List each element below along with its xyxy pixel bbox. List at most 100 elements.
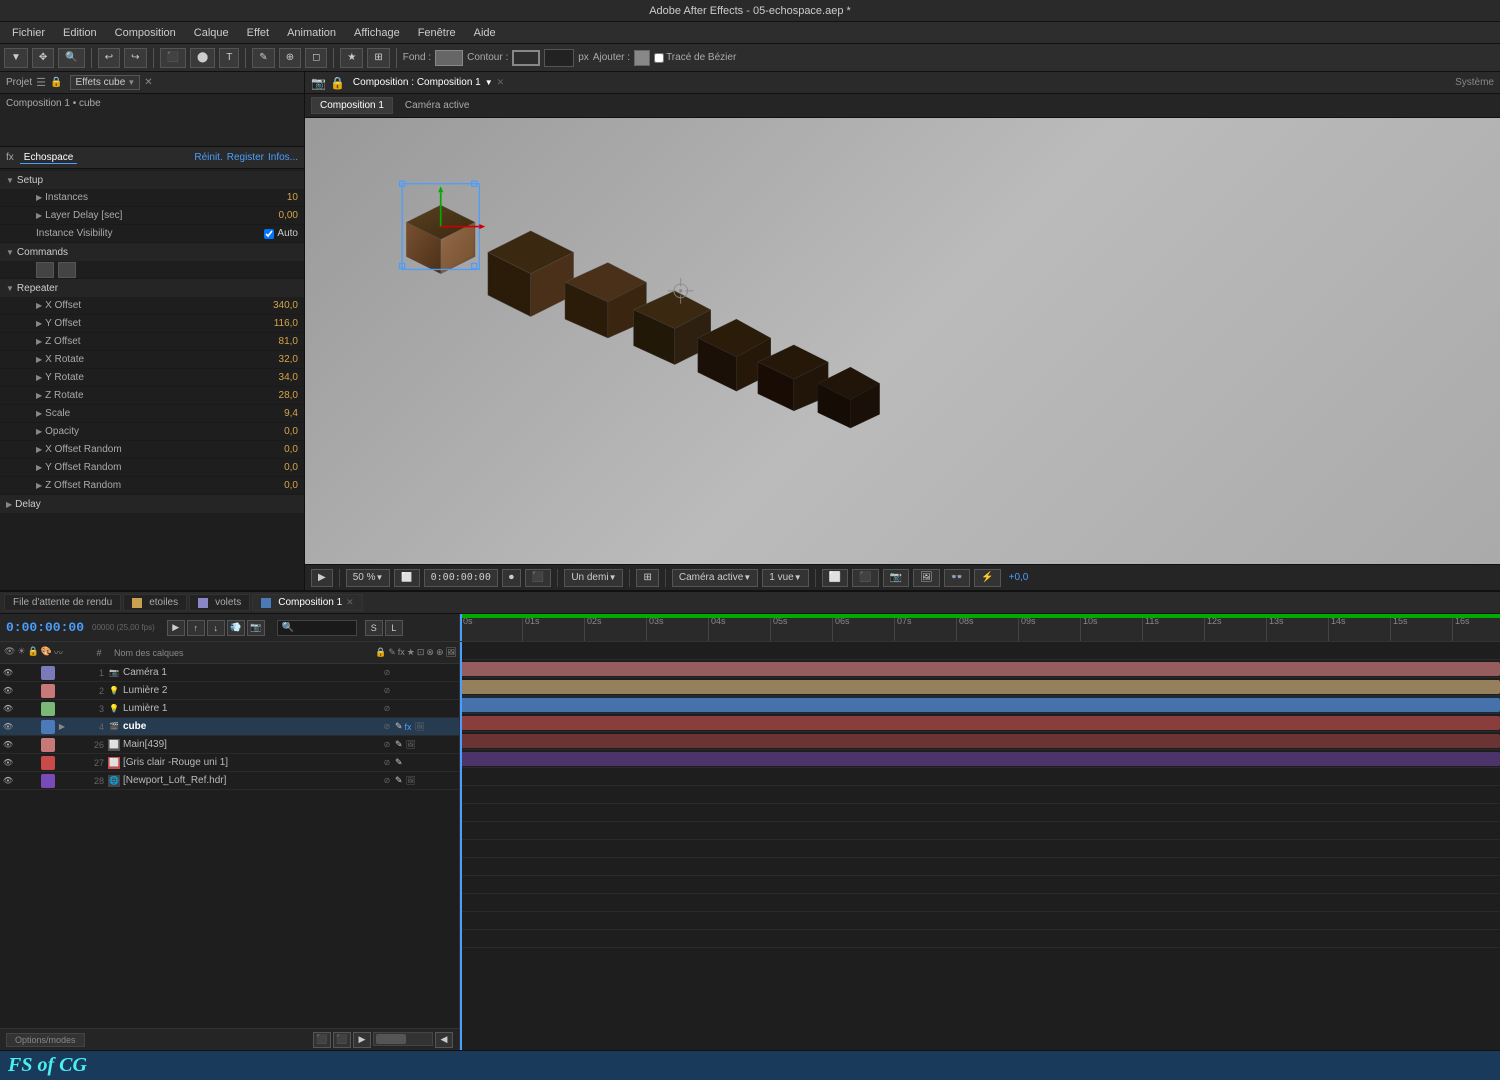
setup-group-header[interactable]: ▼ Setup <box>0 171 304 189</box>
repeater-group-header[interactable]: ▼ Repeater <box>0 279 304 297</box>
layer-28-icon2[interactable]: 🖼 <box>405 775 417 787</box>
layer-3-eye[interactable]: 👁 <box>2 703 14 715</box>
tl-mark-out-btn[interactable]: ↓ <box>207 620 225 636</box>
auto-checkbox[interactable] <box>264 229 274 239</box>
layer-2-color[interactable] <box>41 684 55 698</box>
tl-scroll-area[interactable] <box>373 1032 433 1046</box>
layer-26-name[interactable]: Main[439] <box>123 739 379 750</box>
fond-color-swatch[interactable] <box>435 50 463 66</box>
layer-28-lock[interactable] <box>28 775 40 787</box>
layer-3-lock[interactable] <box>28 703 40 715</box>
layer-26-eye[interactable]: 👁 <box>2 739 14 751</box>
commands-group-header[interactable]: ▼ Commands <box>0 243 304 261</box>
menu-fenetre[interactable]: Fenêtre <box>410 25 464 41</box>
tl-search-input[interactable] <box>277 620 357 636</box>
comp-tab-main[interactable]: Composition : Composition 1 ▼ ✕ <box>349 77 508 88</box>
layer-3-color[interactable] <box>41 702 55 716</box>
layer-27-eye[interactable]: 👁 <box>2 757 14 769</box>
fast-preview-btn[interactable]: ⚡ <box>974 569 1000 587</box>
layer-1-lock[interactable] <box>28 667 40 679</box>
preview-btn[interactable]: ⬛ <box>525 569 551 587</box>
project-panel-hamburger[interactable]: ☰ <box>36 76 46 89</box>
tl-layer-3[interactable]: 👁 3 💡 Lumière 1 ⊘ <box>0 700 459 718</box>
tool-brush[interactable]: ✎ <box>252 48 274 68</box>
layer-1-eye[interactable]: 👁 <box>2 667 14 679</box>
tool-select[interactable]: ▼ <box>4 48 28 68</box>
zoom-btn[interactable]: 50 % ▼ <box>346 569 391 587</box>
show-snap-btn[interactable]: 🖼 <box>913 569 940 587</box>
layer-28-solo[interactable] <box>15 775 27 787</box>
tl-layers[interactable]: 👁 1 📷 Caméra 1 ⊘ <box>0 664 459 1028</box>
effects-cube-dropdown[interactable]: Effets cube ▼ <box>70 75 140 90</box>
layer-27-collapse[interactable] <box>56 757 68 769</box>
contour-color-swatch[interactable] <box>512 50 540 66</box>
layer-1-name[interactable]: Caméra 1 <box>123 667 379 678</box>
layer-27-lock[interactable] <box>28 757 40 769</box>
layer-26-lock[interactable] <box>28 739 40 751</box>
x-offset-random-value[interactable]: 0,0 <box>284 444 298 455</box>
tool-ellipse[interactable]: ⬤ <box>190 48 215 68</box>
record-btn[interactable]: ⏺ <box>502 569 521 587</box>
layer-3-name[interactable]: Lumière 1 <box>123 703 379 714</box>
z-offset-value[interactable]: 81,0 <box>279 336 298 347</box>
menu-edition[interactable]: Edition <box>55 25 105 41</box>
instances-value[interactable]: 10 <box>287 192 298 203</box>
3d-glasses-btn[interactable]: 👓 <box>944 569 970 587</box>
layer-4-lock[interactable] <box>28 721 40 733</box>
layer-26-icon2[interactable]: 🖼 <box>405 739 417 751</box>
layer-4-fx[interactable]: fx <box>405 722 412 732</box>
layer-2-solo[interactable] <box>15 685 27 697</box>
layer-4-color[interactable] <box>41 720 55 734</box>
layer-26-solo[interactable] <box>15 739 27 751</box>
x-offset-value[interactable]: 340,0 <box>273 300 298 311</box>
register-link[interactable]: Register <box>227 152 264 163</box>
tl-status-btn-1[interactable]: ⬛ <box>313 1032 331 1048</box>
tool-puppet[interactable]: ⊞ <box>367 48 389 68</box>
tl-timecode[interactable]: 0:00:00:00 <box>6 620 84 635</box>
tl-layer-27[interactable]: 👁 27 ⬜ [Gris clair -Rouge uni 1] ⊘ ✎ <box>0 754 459 772</box>
menu-composition[interactable]: Composition <box>107 25 184 41</box>
tl-scroll-thumb[interactable] <box>376 1034 406 1044</box>
y-offset-value[interactable]: 116,0 <box>274 318 298 329</box>
layer-2-lock[interactable] <box>28 685 40 697</box>
tl-layer-26[interactable]: 👁 26 ⬜ Main[439] ⊘ ✎ 🖼 <box>0 736 459 754</box>
layer-2-eye[interactable]: 👁 <box>2 685 14 697</box>
layer-28-edit[interactable]: ✎ <box>395 775 403 786</box>
project-tab[interactable]: Projet <box>6 77 32 88</box>
safe-zones-btn[interactable]: ⬜ <box>822 569 848 587</box>
tl-tracks[interactable] <box>460 642 1500 1050</box>
z-offset-random-value[interactable]: 0,0 <box>284 480 298 491</box>
menu-fichier[interactable]: Fichier <box>4 25 53 41</box>
tl-label-btn[interactable]: L <box>385 620 403 636</box>
tl-status-btn-3[interactable]: ▶ <box>353 1032 371 1048</box>
tool-clone[interactable]: ⊕ <box>279 48 301 68</box>
tool-text[interactable]: T <box>219 48 239 68</box>
x-rotate-value[interactable]: 32,0 <box>279 354 298 365</box>
quality-btn[interactable]: Un demi ▼ <box>564 569 623 587</box>
layer-4-collapse[interactable]: ▶ <box>56 721 68 733</box>
stroke-width-input[interactable] <box>544 49 574 67</box>
tl-layer-28[interactable]: 👁 28 🌐 [Newport_Loft_Ref.hdr] ⊘ ✎ 🖼 <box>0 772 459 790</box>
layer-4-edit[interactable]: ✎ <box>395 721 403 732</box>
layer-1-solo[interactable] <box>15 667 27 679</box>
layer-28-color[interactable] <box>41 774 55 788</box>
layer-3-solo[interactable] <box>15 703 27 715</box>
layer-27-name[interactable]: [Gris clair -Rouge uni 1] <box>123 757 379 768</box>
play-btn[interactable]: ▶ <box>311 569 333 587</box>
tool-erase[interactable]: ◻ <box>305 48 327 68</box>
layer-2-name[interactable]: Lumière 2 <box>123 685 379 696</box>
opacity-value[interactable]: 0,0 <box>284 426 298 437</box>
menu-animation[interactable]: Animation <box>279 25 344 41</box>
tool-rect[interactable]: ⬛ <box>160 48 186 68</box>
tl-mark-in-btn[interactable]: ↑ <box>187 620 205 636</box>
layer-delay-value[interactable]: 0,00 <box>279 210 298 221</box>
tool-pen[interactable]: ↩ <box>98 48 120 68</box>
menu-affichage[interactable]: Affichage <box>346 25 408 41</box>
y-rotate-value[interactable]: 34,0 <box>279 372 298 383</box>
layer-3-collapse[interactable] <box>56 703 68 715</box>
timecode-btn[interactable]: 0:00:00:00 <box>424 569 498 587</box>
tl-tab-comp1[interactable]: Composition 1 ✕ <box>252 594 362 611</box>
tl-status-btn-4[interactable]: ◀ <box>435 1032 453 1048</box>
cmd-btn-1[interactable] <box>36 262 54 278</box>
layer-4-solo[interactable] <box>15 721 27 733</box>
